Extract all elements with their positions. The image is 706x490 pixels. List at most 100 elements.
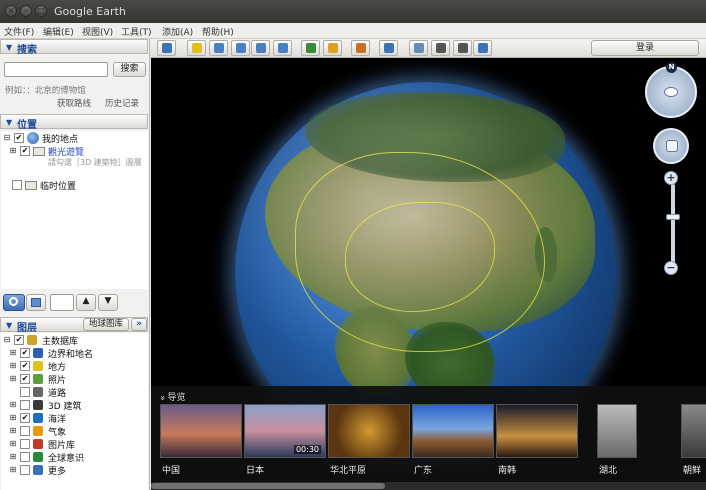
tour-thumbnail[interactable] — [328, 404, 410, 458]
minimize-window-button[interactable]: – — [20, 5, 32, 17]
maximize-window-button[interactable]: □ — [35, 5, 47, 17]
checkbox[interactable] — [20, 465, 30, 475]
switch-to-sky-button[interactable] — [351, 40, 370, 56]
checkbox[interactable] — [20, 426, 30, 436]
tour-caption[interactable]: 广东 — [414, 463, 432, 476]
tour-thumbnail[interactable]: 00:30 — [244, 404, 326, 458]
tour-thumbnail[interactable] — [412, 404, 494, 458]
menu-view[interactable]: 视图(V) — [82, 25, 113, 38]
checkbox[interactable]: ✔ — [14, 133, 24, 143]
search-input[interactable] — [4, 62, 108, 77]
tour-caption[interactable]: 中国 — [162, 463, 180, 476]
tour-caption[interactable]: 南韩 — [498, 463, 516, 476]
layer-item[interactable]: ⊞ 图片库 — [9, 438, 147, 451]
layer-item[interactable]: ⊞ ✔ 地方 — [9, 360, 147, 373]
layer-item[interactable]: 道路 — [9, 386, 147, 399]
places-filter-field[interactable] — [50, 294, 74, 311]
tour-thumbnail[interactable] — [160, 404, 242, 458]
menu-help[interactable]: 帮助(H) — [202, 25, 234, 38]
checkbox[interactable]: ✔ — [14, 335, 24, 345]
search-places-button[interactable] — [3, 294, 25, 311]
checkbox[interactable]: ✔ — [20, 146, 30, 156]
expand-icon[interactable]: ⊞ — [9, 401, 17, 409]
zoom-slider-thumb[interactable] — [666, 214, 680, 220]
sunlight-button[interactable] — [323, 40, 342, 56]
close-window-button[interactable]: × — [5, 5, 17, 17]
path-button[interactable] — [231, 40, 250, 56]
gallery-more-button[interactable]: » — [131, 318, 147, 331]
sign-in-button[interactable]: 登录 — [591, 40, 699, 56]
tree-item-temporary-places[interactable]: 临时位置 — [3, 179, 143, 192]
get-directions-link[interactable]: 获取路线 — [57, 97, 91, 109]
layer-item[interactable]: ⊟ ✔ 主数据库 — [3, 334, 141, 347]
save-image-button[interactable] — [453, 40, 472, 56]
tour-scrollbar-thumb[interactable] — [151, 483, 385, 489]
ruler-button[interactable] — [379, 40, 398, 56]
toggle-panel-button[interactable] — [26, 294, 46, 311]
expand-icon[interactable]: ⊞ — [9, 375, 17, 383]
expand-icon[interactable]: ⊞ — [9, 147, 17, 155]
collapse-icon[interactable]: ⊟ — [3, 134, 11, 142]
tour-thumbnail[interactable] — [597, 404, 637, 458]
checkbox[interactable] — [20, 387, 30, 397]
zoom-out-button[interactable]: − — [664, 261, 678, 275]
checkbox[interactable]: ✔ — [20, 374, 30, 384]
tree-item-sightseeing[interactable]: ⊞ ✔ 觀光遊覽 — [9, 145, 144, 158]
layer-item[interactable]: ⊞ 更多 — [9, 464, 147, 477]
layers-section-header[interactable]: ▼ 图层 地球图库 » — [0, 317, 148, 334]
expand-icon[interactable]: ⊞ — [9, 362, 17, 370]
expand-icon[interactable]: ⊞ — [9, 440, 17, 448]
history-link[interactable]: 历史记录 — [105, 97, 139, 109]
view-in-maps-button[interactable] — [473, 40, 492, 56]
checkbox[interactable] — [20, 439, 30, 449]
places-section-header[interactable]: ▼ 位置 — [0, 114, 148, 131]
layer-item[interactable]: ⊞ 全球意识 — [9, 451, 147, 464]
move-control[interactable] — [653, 128, 689, 164]
sidebar-toggle-button[interactable] — [157, 40, 176, 56]
checkbox[interactable]: ✔ — [20, 413, 30, 423]
layer-item[interactable]: ⊞ ✔ 边界和地名 — [9, 347, 147, 360]
expand-icon[interactable]: ⊞ — [9, 453, 17, 461]
print-button[interactable] — [431, 40, 450, 56]
tree-item-my-places[interactable]: ⊟ ✔ 我的地点 — [3, 132, 143, 145]
menu-add[interactable]: 添加(A) — [162, 25, 193, 38]
zoom-slider-track[interactable] — [671, 184, 675, 269]
tour-scrollbar[interactable] — [151, 482, 706, 490]
expand-icon[interactable] — [9, 388, 17, 396]
tour-caption[interactable]: 日本 — [246, 463, 264, 476]
expand-icon[interactable]: ⊞ — [9, 427, 17, 435]
tour-caption[interactable]: 朝鲜 — [683, 463, 701, 476]
checkbox[interactable] — [20, 452, 30, 462]
menu-tools[interactable]: 工具(T) — [121, 25, 152, 38]
tour-thumbnail[interactable] — [496, 404, 578, 458]
polygon-button[interactable] — [209, 40, 228, 56]
search-button[interactable]: 搜索 — [113, 62, 146, 77]
checkbox[interactable]: ✔ — [20, 348, 30, 358]
move-up-button[interactable]: ▲ — [76, 294, 96, 311]
tour-caption[interactable]: 湖北 — [599, 463, 617, 476]
look-around-control[interactable]: N — [645, 62, 697, 118]
image-overlay-button[interactable] — [251, 40, 270, 56]
zoom-in-button[interactable]: + — [664, 171, 678, 185]
email-button[interactable] — [409, 40, 428, 56]
layer-item[interactable]: ⊞ ✔ 照片 — [9, 373, 147, 386]
map-3d-view[interactable]: N + − »导览 中国 00:30 日本 华北平原 广东 南韩 湖北 朝鲜 — [151, 58, 706, 490]
layer-item[interactable]: ⊞ 气象 — [9, 425, 147, 438]
layer-item[interactable]: ⊞ ✔ 海洋 — [9, 412, 147, 425]
checkbox[interactable] — [12, 180, 22, 190]
menu-file[interactable]: 文件(F) — [4, 25, 34, 38]
menu-edit[interactable]: 编辑(E) — [43, 25, 74, 38]
expand-icon[interactable]: ⊟ — [3, 336, 11, 344]
tour-caption[interactable]: 华北平原 — [330, 463, 366, 476]
tour-thumbnail[interactable] — [681, 404, 706, 458]
search-section-header[interactable]: ▼ 搜索 — [0, 39, 148, 56]
earth-gallery-button[interactable]: 地球图库 — [83, 318, 129, 331]
checkbox[interactable]: ✔ — [20, 361, 30, 371]
tour-panel-title[interactable]: »导览 — [157, 390, 186, 403]
historical-imagery-button[interactable] — [301, 40, 320, 56]
expand-icon[interactable]: ⊞ — [9, 414, 17, 422]
move-down-button[interactable]: ▼ — [98, 294, 118, 311]
expand-icon[interactable]: ⊞ — [9, 466, 17, 474]
record-tour-button[interactable] — [273, 40, 292, 56]
layer-item[interactable]: ⊞ 3D 建筑 — [9, 399, 147, 412]
